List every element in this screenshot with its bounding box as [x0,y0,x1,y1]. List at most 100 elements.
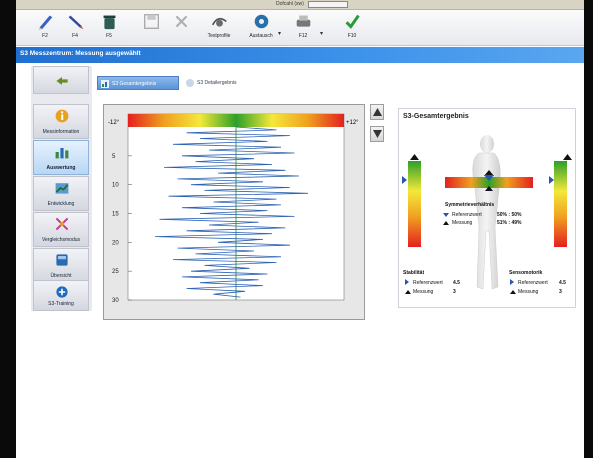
x-max-label: +12° [346,120,359,126]
result-graphic [402,135,572,294]
austausch-dropdown-icon[interactable]: ▾ [278,30,281,37]
sensomotorik-heading: Sensomotorik [509,270,543,276]
tab-label: S3 Detailergebnis [197,80,237,86]
stability-measurement-marker [410,154,419,160]
symmetry-ref-label: Referenzwert [452,212,482,218]
sidebar-item-label: S3-Training [48,301,74,307]
sensomotorik-reference-marker [549,176,554,184]
scroll-down-button[interactable] [370,126,384,142]
x-icon [175,15,188,28]
floppy-icon [144,14,159,29]
f4-button[interactable]: F4 [62,12,88,44]
f4-label: F4 [72,33,78,39]
sidebar-item-uebersicht[interactable]: Übersicht [33,248,89,283]
stability-ref-label: Referenzwert [413,280,443,286]
deviation-scale-bar [128,114,344,127]
application-window: Dofcahl (sw) F2 F4 F5 Testprofile Austau… [0,0,593,458]
save-button[interactable] [138,12,164,44]
f12-dropdown-icon[interactable]: ▾ [320,30,323,37]
window-title: S3 Messzentrum: Messung ausgewählt [20,50,141,57]
stability-heading: Stabilität [403,270,425,276]
screen-bezel-left [0,0,16,458]
sensomotorik-measurement-marker [563,154,572,160]
symmetry-meas-label: Messung [452,220,473,226]
sidebar-item-label: Entwicklung [47,201,75,207]
sensomotorik-meas-label: Messung [518,289,539,295]
result-panel-title: S3-Gesamtergebnis [403,113,469,120]
stability-ref-value: 4.5 [453,280,460,286]
triangle-down-icon [373,130,382,138]
stability-meas-triangle-icon [405,290,411,294]
balance-chart: -12° +12° 5 10 15 20 25 30 [103,104,365,320]
sidebar-item-messinformation[interactable]: Messinformation [33,104,89,139]
sidebar-item-label: Auswertung [46,165,76,171]
balance-chart-svg: -12° +12° 5 10 15 20 25 30 [108,113,359,304]
x-min-label: -12° [108,120,120,126]
y-tick-label: 10 [112,183,119,189]
stability-scale [408,161,421,247]
f12-button[interactable]: F12 [290,12,316,44]
sidebar-item-label: Messinformation [42,129,80,135]
screen-bezel-right [584,0,593,458]
sensomotorik-ref-value: 4.5 [559,280,566,286]
sidebar-item-label: Übersicht [50,273,72,279]
f10-label: F10 [347,33,357,39]
training-icon [56,286,68,298]
f2-button[interactable]: F2 [32,12,58,44]
y-tick-label: 30 [112,298,119,304]
profile-icon [211,17,227,27]
symmetry-heading: Symmetrieverhältnis [445,202,495,208]
y-tick-label: 15 [112,212,119,218]
tab-s3-detailergebnis[interactable]: S3 Detailergebnis [183,76,261,90]
sensomotorik-meas-triangle-icon [510,290,516,294]
y-tick-label: 5 [112,154,116,160]
stability-meas-label: Messung [413,289,434,295]
info-icon [55,109,69,123]
f5-button[interactable]: F5 [96,12,122,44]
legend-ref-triangle-icon [443,213,449,217]
tab-s3-gesamtergebnis[interactable]: S3 Gesamtergebnis [97,76,179,90]
symmetry-meas-value: 51% : 49% [497,220,522,226]
stability-ref-triangle-icon [405,279,409,285]
window-titlebar: S3 Messzentrum: Messung ausgewählt [16,47,584,63]
austausch-label: Austausch [249,33,273,39]
scroll-up-button[interactable] [370,104,384,120]
sidebar-item-vergleichsmodus[interactable]: Vergleichsmodus [33,212,89,247]
sensomotorik-ref-triangle-icon [510,279,514,285]
result-tab-icon [101,80,109,88]
cancel-button[interactable] [168,12,194,44]
top-status-strip: Dofcahl (sw) [16,0,584,10]
symmetry-ref-value: 50% : 50% [497,212,522,218]
top-strip-field[interactable] [308,1,348,8]
pencil-icon [38,15,53,30]
sidebar-item-entwicklung[interactable]: Entwicklung [33,176,89,211]
f5-label: F5 [106,33,112,39]
austausch-button[interactable]: Austausch [248,12,274,44]
sidebar-item-auswertung[interactable]: Auswertung [33,140,89,175]
arrow-icon [56,77,68,85]
y-tick-label: 25 [112,269,119,275]
toolbar: F2 F4 F5 Testprofile Austausch ▾ F12 ▾ F… [16,10,584,46]
exchange-icon [254,14,269,29]
testprofile-button[interactable]: Testprofile [206,12,232,44]
overview-icon [56,254,68,266]
sensomotorik-scale [554,161,567,247]
tab-label: S3 Gesamtergebnis [112,81,157,87]
legend-meas-triangle-icon [443,221,449,225]
sidebar-item-s3-training[interactable]: S3-Training [33,280,89,311]
sidebar-item-back[interactable] [33,66,89,94]
printer-icon [296,15,311,27]
triangle-up-icon [373,108,382,116]
f10-button[interactable]: F10 [339,12,365,44]
sidebar: Messinformation Auswertung Entwicklung V… [31,66,92,311]
stability-reference-marker [402,176,407,184]
f12-label: F12 [298,33,308,39]
chart-icon [55,148,69,159]
sensomotorik-meas-value: 3 [559,289,562,295]
sidebar-item-label: Vergleichsmodus [41,237,81,243]
testprofile-label: Testprofile [207,33,231,39]
trash-icon [103,15,116,30]
check-icon [345,14,360,29]
result-panel: S3-Gesamtergebnis Symmetrieverhältnis Re… [398,108,576,308]
top-strip-label: Dofcahl (sw) [276,1,304,7]
